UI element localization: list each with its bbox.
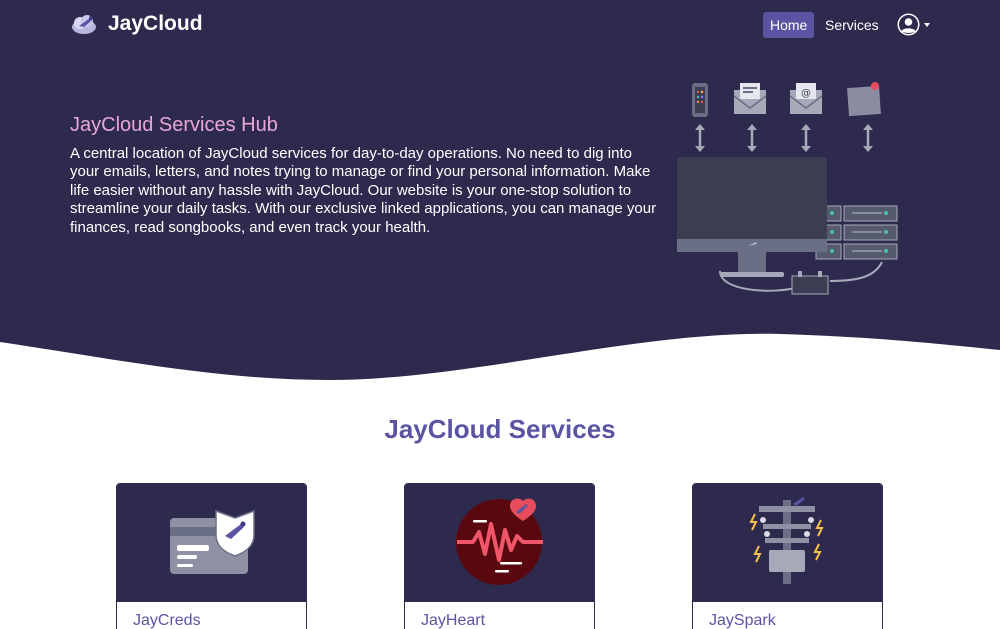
hero-description: A central location of JayCloud services … <box>70 145 657 236</box>
service-card-title: JayCreds <box>133 612 201 629</box>
service-card-jayheart[interactable]: JayHeart <box>404 483 595 629</box>
navbar: JayCloud Home Services <box>0 0 1000 52</box>
hero-title: JayCloud Services Hub <box>70 114 278 136</box>
svg-text:@: @ <box>801 88 811 99</box>
cloud-bird-logo-icon <box>72 15 96 34</box>
hero-wave-divider <box>0 333 1000 390</box>
brand-link[interactable]: JayCloud <box>70 10 203 38</box>
brand-name: JayCloud <box>108 12 203 35</box>
service-card-jaycreds[interactable]: JayCreds <box>116 483 307 629</box>
services-section-title: JayCloud Services <box>384 414 616 444</box>
nav-services-link[interactable]: Services <box>825 12 879 38</box>
cloud-devices-illustration-icon: @ <box>677 82 898 295</box>
power-pole-icon <box>749 497 824 584</box>
nav-home-link[interactable]: Home <box>763 12 815 38</box>
chevron-down-icon <box>924 22 930 27</box>
user-avatar-icon <box>897 13 920 36</box>
service-card-jayspark[interactable]: JaySpark <box>692 483 883 629</box>
credit-card-shield-icon <box>170 509 255 574</box>
heartbeat-icon <box>456 498 543 585</box>
service-card-title: JayHeart <box>421 612 486 629</box>
service-card-title: JaySpark <box>709 612 776 629</box>
user-menu-toggle[interactable] <box>896 12 930 37</box>
